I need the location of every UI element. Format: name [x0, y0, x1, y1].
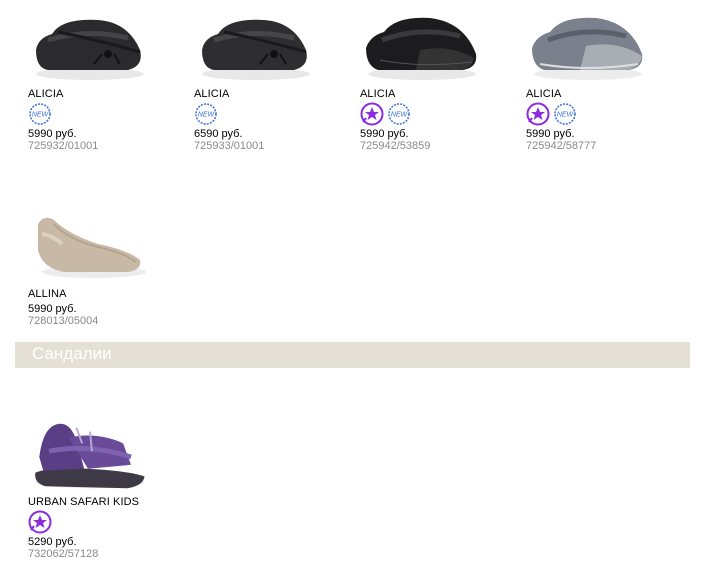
new-badge-icon: NEW: [29, 103, 51, 125]
product-price: 5290 руб.: [28, 536, 77, 548]
product-name[interactable]: URBAN SAFARI KIDS: [28, 496, 178, 509]
new-badge-icon: NEW: [195, 103, 217, 125]
product-image[interactable]: [194, 10, 318, 88]
product-price: 5990 руб.: [526, 128, 575, 140]
product-sku: 725933/01001: [194, 140, 265, 152]
product-name[interactable]: ALICIA: [360, 88, 510, 101]
star-badge-icon: [360, 102, 384, 126]
product-image[interactable]: [360, 10, 484, 88]
svg-text:NEW: NEW: [391, 112, 409, 119]
product-sku: 728013/05004: [28, 315, 99, 327]
new-badge-icon: NEW: [388, 103, 410, 125]
product-sku: 725942/53859: [360, 140, 431, 152]
svg-text:NEW: NEW: [198, 112, 216, 119]
svg-text:NEW: NEW: [32, 112, 50, 119]
product-image[interactable]: [526, 10, 650, 88]
product-name[interactable]: ALICIA: [526, 88, 676, 101]
product-price: 5990 руб.: [28, 303, 77, 315]
product-badges: NEW: [28, 102, 178, 126]
svg-text:NEW: NEW: [557, 112, 575, 119]
product-sku: 725932/01001: [28, 140, 99, 152]
product-name[interactable]: ALLINA: [28, 288, 178, 301]
product-card[interactable]: URBAN SAFARI KIDS 5290 руб. 732062/57128: [28, 418, 178, 560]
section-header: Сандалии: [15, 342, 690, 368]
product-sku: 732062/57128: [28, 548, 99, 560]
product-sku: 725942/58777: [526, 140, 597, 152]
product-image[interactable]: [28, 418, 152, 496]
product-badges: NEW: [360, 102, 510, 126]
section-title: Сандалии: [32, 344, 112, 363]
product-price: 6590 руб.: [194, 128, 243, 140]
product-badges: NEW: [194, 102, 344, 126]
product-image[interactable]: [28, 10, 152, 88]
product-price: 5990 руб.: [360, 128, 409, 140]
product-price: 5990 руб.: [28, 128, 77, 140]
star-badge-icon: [28, 510, 52, 534]
product-name[interactable]: ALICIA: [28, 88, 178, 101]
product-card[interactable]: ALICIA NEW 6590 руб. 725933/01001: [194, 10, 344, 152]
product-card[interactable]: ALICIA NEW 5990 руб. 725942/53859: [360, 10, 510, 152]
product-card[interactable]: ALICIA NEW 5990 руб. 725932/01001: [28, 10, 178, 152]
product-card[interactable]: ALLINA 5990 руб. 728013/05004: [28, 210, 178, 327]
product-badges: NEW: [526, 102, 676, 126]
product-card[interactable]: ALICIA NEW 5990 руб. 725942/58777: [526, 10, 676, 152]
star-badge-icon: [526, 102, 550, 126]
product-image[interactable]: [28, 210, 152, 288]
new-badge-icon: NEW: [554, 103, 576, 125]
product-badges: [28, 510, 178, 534]
product-name[interactable]: ALICIA: [194, 88, 344, 101]
